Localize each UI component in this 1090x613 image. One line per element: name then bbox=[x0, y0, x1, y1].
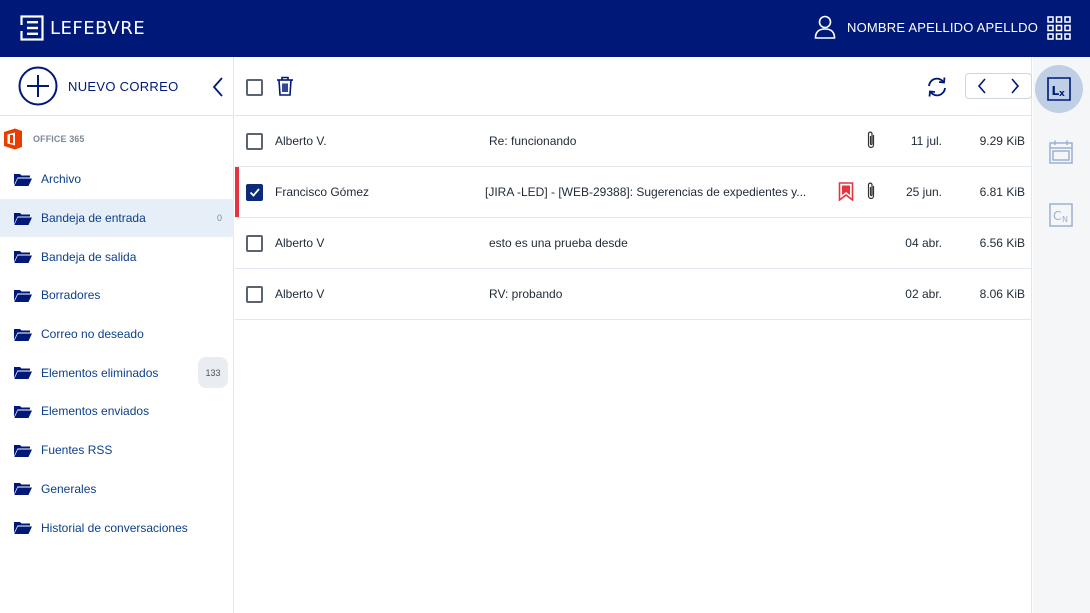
trash-icon[interactable] bbox=[276, 76, 294, 96]
unread-count: 0 bbox=[216, 213, 222, 224]
list-toolbar bbox=[235, 57, 1032, 116]
new-mail-label: NUEVO CORREO bbox=[68, 78, 179, 94]
message-row[interactable]: Alberto V. Re: funcionando 11 jul. 9.29 … bbox=[235, 116, 1032, 167]
checkmark-icon bbox=[249, 188, 260, 197]
message-subject: [JIRA -LED] - [WEB-29388]: Sugerencias d… bbox=[485, 185, 807, 199]
folder-label: Historial de conversaciones bbox=[41, 520, 188, 535]
folder-borradores[interactable]: Borradores bbox=[0, 276, 234, 315]
folder-label: Elementos eliminados bbox=[41, 365, 159, 380]
folder-label: Archivo bbox=[41, 172, 82, 187]
chevron-right-icon bbox=[1011, 78, 1019, 94]
message-sender: Alberto V bbox=[275, 287, 325, 301]
folder-icon bbox=[14, 328, 32, 341]
message-size: 6.56 KiB bbox=[979, 236, 1025, 250]
message-subject: esto es una prueba desde bbox=[489, 236, 628, 250]
office365-icon bbox=[4, 128, 22, 150]
folder-label: Fuentes RSS bbox=[41, 443, 113, 458]
lexon-app-button[interactable]: L x bbox=[1035, 65, 1083, 113]
account-header[interactable]: OFFICE 365 bbox=[0, 127, 234, 151]
message-date: 11 jul. bbox=[910, 134, 942, 148]
folder-icon bbox=[14, 173, 32, 186]
count-badge: 133 bbox=[198, 357, 228, 389]
message-row[interactable]: Alberto V esto es una prueba desde 04 ab… bbox=[235, 218, 1032, 269]
folder-fuentes-rss[interactable]: Fuentes RSS bbox=[0, 431, 234, 470]
pagination bbox=[965, 73, 1032, 99]
user-name: NOMBRE APELLIDO APELLDO bbox=[847, 19, 1039, 35]
svg-text:N: N bbox=[1062, 215, 1068, 224]
collapse-sidebar-icon[interactable] bbox=[211, 76, 225, 98]
folder-icon bbox=[14, 522, 32, 535]
right-rail: L x C N bbox=[1033, 57, 1090, 613]
message-sender: Francisco Gómez bbox=[275, 185, 370, 199]
calendar-icon[interactable] bbox=[1049, 140, 1073, 164]
message-checkbox[interactable] bbox=[246, 133, 263, 150]
attachment-icon bbox=[867, 182, 875, 200]
message-date: 25 jun. bbox=[905, 185, 942, 199]
folder-label: Bandeja de entrada bbox=[41, 211, 146, 226]
sidebar: NUEVO CORREO OFFICE 365 Archivo Bandeja … bbox=[0, 57, 234, 613]
message-sender: Alberto V. bbox=[275, 134, 327, 148]
message-size: 8.06 KiB bbox=[979, 287, 1025, 301]
bookmark-flag-icon[interactable] bbox=[838, 182, 854, 201]
message-date: 04 abr. bbox=[905, 236, 942, 250]
message-date: 02 abr. bbox=[905, 287, 942, 301]
message-checkbox[interactable] bbox=[246, 184, 263, 201]
user-icon bbox=[814, 15, 836, 39]
message-size: 6.81 KiB bbox=[979, 185, 1025, 199]
centinela-icon[interactable]: C N bbox=[1049, 203, 1073, 227]
message-row[interactable]: Alberto V RV: probando 02 abr. 8.06 KiB bbox=[235, 269, 1032, 320]
folder-generales[interactable]: Generales bbox=[0, 470, 234, 509]
message-checkbox[interactable] bbox=[246, 235, 263, 252]
previous-page-button[interactable] bbox=[966, 74, 999, 98]
lefebvre-logo[interactable]: LEFEBVRE bbox=[20, 15, 145, 41]
lexon-icon: L x bbox=[1047, 77, 1071, 101]
lefebvre-logo-icon bbox=[20, 15, 44, 41]
folder-bandeja-de-entrada[interactable]: Bandeja de entrada 0 bbox=[0, 198, 234, 238]
logo-text: LEFEBVRE bbox=[50, 17, 146, 39]
folder-icon bbox=[14, 444, 32, 457]
select-all-checkbox[interactable] bbox=[246, 79, 263, 96]
folder-icon bbox=[14, 212, 32, 225]
folder-icon bbox=[14, 367, 32, 380]
user-menu[interactable]: NOMBRE APELLIDO APELLDO bbox=[814, 15, 1038, 39]
svg-text:C: C bbox=[1053, 209, 1061, 223]
message-subject: Re: funcionando bbox=[489, 134, 577, 148]
folder-icon bbox=[14, 483, 32, 496]
message-checkbox[interactable] bbox=[246, 286, 263, 303]
message-sender: Alberto V bbox=[275, 236, 325, 250]
folder-elementos-enviados[interactable]: Elementos enviados bbox=[0, 392, 234, 431]
folder-bandeja-de-salida[interactable]: Bandeja de salida bbox=[0, 237, 234, 276]
folder-label: Generales bbox=[41, 481, 97, 496]
message-list-panel: Alberto V. Re: funcionando 11 jul. 9.29 … bbox=[235, 57, 1032, 613]
account-label: OFFICE 365 bbox=[33, 134, 85, 144]
folder-correo-no-deseado[interactable]: Correo no deseado bbox=[0, 315, 234, 354]
folder-list: Archivo Bandeja de entrada 0 Bandeja de … bbox=[0, 160, 234, 547]
folder-label: Elementos enviados bbox=[41, 404, 150, 419]
folder-historial-de-conversaciones[interactable]: Historial de conversaciones bbox=[0, 508, 234, 547]
chevron-left-icon bbox=[978, 78, 986, 94]
compose-area: NUEVO CORREO bbox=[0, 57, 234, 116]
folder-icon bbox=[14, 289, 32, 302]
next-page-button[interactable] bbox=[999, 74, 1032, 98]
folder-label: Borradores bbox=[41, 288, 101, 303]
folder-label: Bandeja de salida bbox=[41, 249, 137, 264]
plus-circle-icon bbox=[18, 66, 58, 106]
folder-icon bbox=[14, 251, 32, 264]
message-subject: RV: probando bbox=[489, 287, 563, 301]
attachment-icon bbox=[867, 131, 875, 149]
folder-archivo[interactable]: Archivo bbox=[0, 160, 234, 199]
message-row[interactable]: Francisco Gómez [JIRA -LED] - [WEB-29388… bbox=[235, 167, 1032, 218]
folder-label: Correo no deseado bbox=[41, 327, 144, 342]
new-mail-button[interactable]: NUEVO CORREO bbox=[18, 66, 179, 106]
folder-icon bbox=[14, 405, 32, 418]
refresh-icon[interactable] bbox=[926, 76, 948, 98]
apps-grid-icon[interactable] bbox=[1047, 16, 1071, 40]
svg-text:x: x bbox=[1059, 89, 1065, 99]
message-rows: Alberto V. Re: funcionando 11 jul. 9.29 … bbox=[235, 116, 1032, 320]
top-bar: LEFEBVRE NOMBRE APELLIDO APELLDO bbox=[0, 0, 1090, 57]
folder-elementos-eliminados[interactable]: Elementos eliminados 133 bbox=[0, 353, 234, 392]
message-size: 9.29 KiB bbox=[979, 134, 1025, 148]
